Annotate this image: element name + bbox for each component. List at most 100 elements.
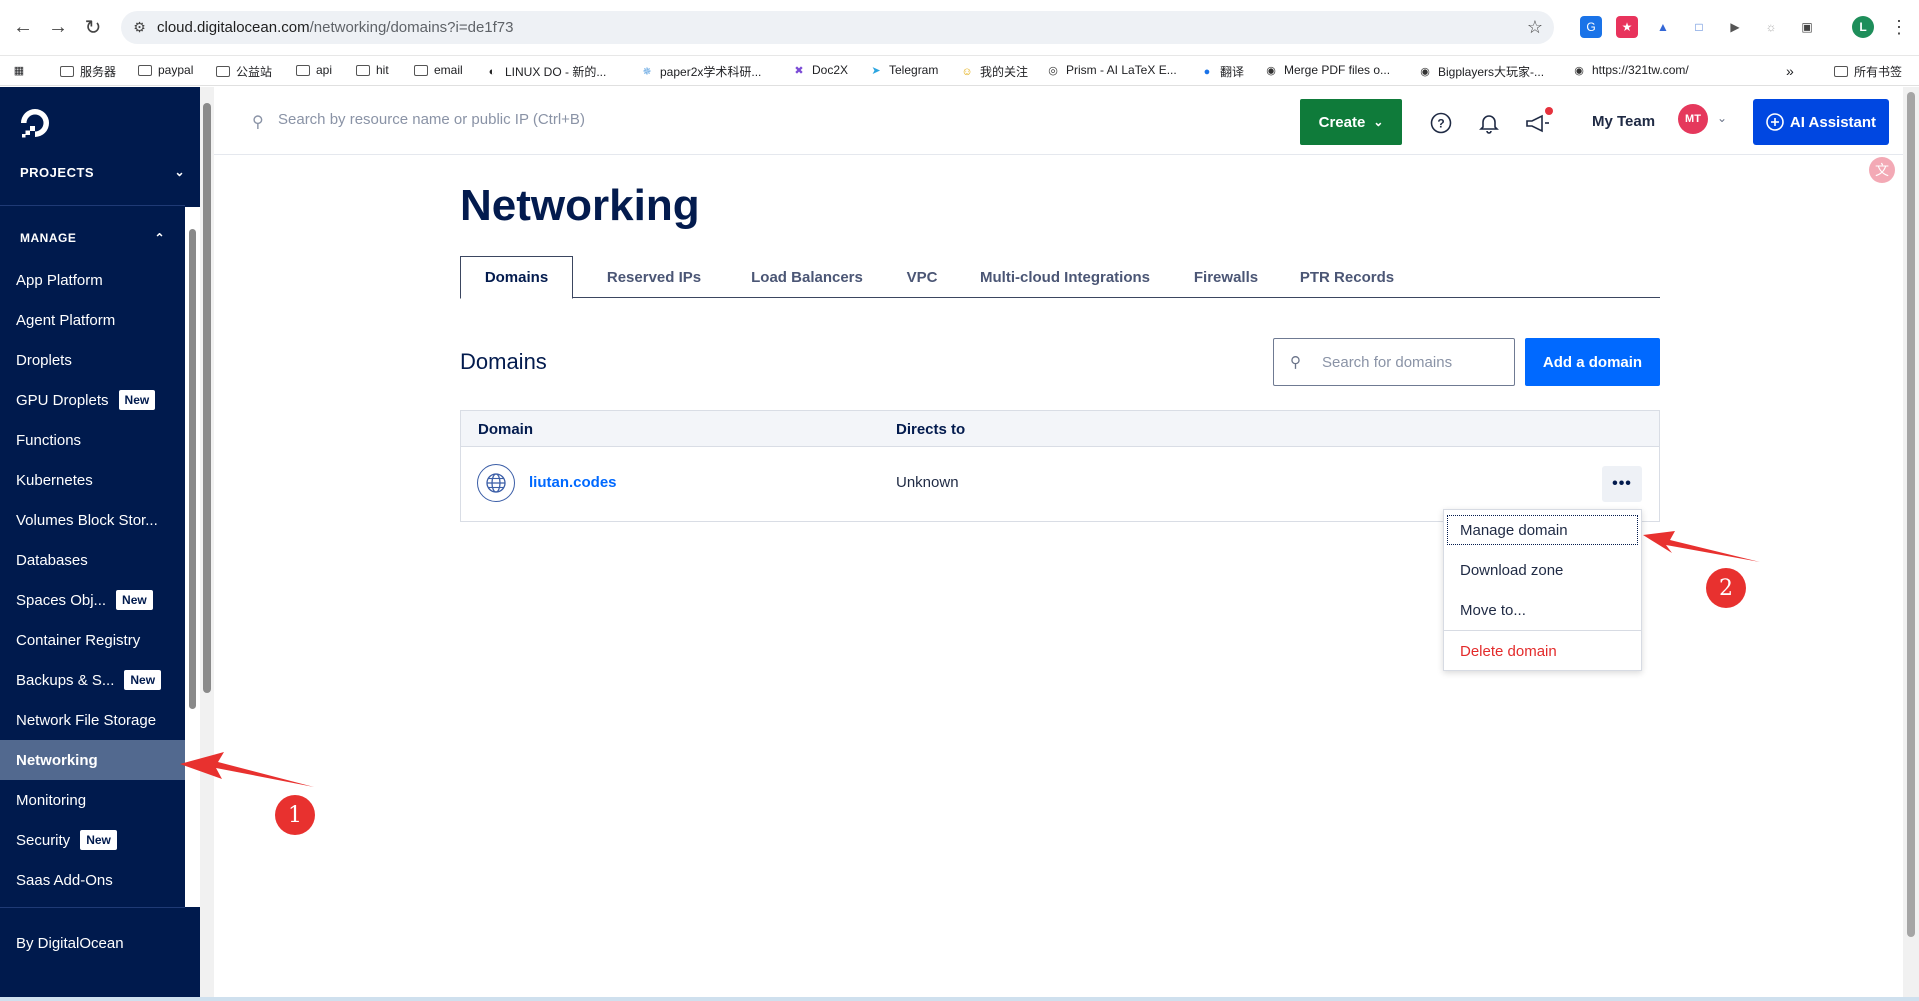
bookmark-link[interactable]: ◉ Merge PDF files o... (1264, 63, 1390, 77)
domain-search-input[interactable]: ⚲ Search for domains (1273, 338, 1515, 386)
translate-extension-icon[interactable]: G (1580, 16, 1602, 38)
menu-divider (1444, 630, 1641, 631)
bookmark-link[interactable]: ◉ https://321tw.com/ (1572, 63, 1689, 77)
avatar[interactable]: MT (1678, 104, 1708, 134)
chart-extension-icon[interactable]: ▲ (1652, 16, 1674, 38)
tab-domains[interactable]: Domains (460, 256, 573, 299)
tab-multi-cloud[interactable]: Multi-cloud Integrations (960, 256, 1170, 298)
extension-icon[interactable]: ★ (1616, 16, 1638, 38)
digitalocean-logo-icon[interactable] (18, 106, 52, 140)
play-extension-icon[interactable]: ▶ (1724, 16, 1746, 38)
back-icon[interactable]: ← (10, 14, 36, 40)
bookmark-label: 所有书签 (1854, 65, 1903, 79)
tab-firewalls[interactable]: Firewalls (1176, 256, 1276, 298)
sidebar-item-gpu-droplets[interactable]: GPU Droplets New (0, 380, 185, 420)
sidebar-item-agent-platform[interactable]: Agent Platform (0, 300, 185, 340)
bookmark-folder[interactable]: hit (356, 63, 389, 77)
bookmark-folder[interactable]: 服务器 (60, 63, 116, 80)
menu-item-manage-domain[interactable]: Manage domain (1444, 512, 1641, 548)
bookmark-label: 翻译 (1220, 65, 1245, 79)
sidebar-item-container-registry[interactable]: Container Registry (0, 620, 185, 660)
bookmark-folder[interactable]: api (296, 63, 332, 77)
tab-vpc[interactable]: VPC (892, 256, 952, 298)
top-header: ⚲ Search by resource name or public IP (… (214, 87, 1903, 155)
forward-icon[interactable]: → (45, 14, 71, 40)
domain-search-placeholder: Search for domains (1322, 354, 1453, 371)
translate-float-icon[interactable]: 文 (1869, 157, 1895, 183)
domain-link[interactable]: liutan.codes (529, 474, 617, 491)
create-button[interactable]: Create ⌄ (1300, 99, 1402, 145)
help-icon[interactable]: ? (1428, 110, 1454, 136)
scrollbar-thumb[interactable] (189, 229, 196, 709)
sidebar-scrollbar[interactable] (185, 207, 200, 907)
tab-ptr-records[interactable]: PTR Records (1282, 256, 1412, 298)
scrollbar-thumb[interactable] (203, 103, 211, 693)
sidebar-item-app-platform[interactable]: App Platform (0, 260, 185, 300)
projects-toggle[interactable]: PROJECTS ⌄ (20, 165, 185, 180)
domains-table: Domain Directs to liutan.codes Unknown •… (460, 410, 1660, 522)
tab-load-balancers[interactable]: Load Balancers (732, 256, 882, 298)
bookmark-link[interactable]: ✵ paper2x学术科研... (640, 63, 761, 80)
all-bookmarks-folder[interactable]: 所有书签 (1834, 63, 1902, 80)
more-bookmarks-icon[interactable]: » (1786, 63, 1794, 79)
notification-dot (1545, 107, 1553, 115)
tab-reserved-ips[interactable]: Reserved IPs (584, 256, 724, 298)
apps-grid-icon[interactable]: ▦ (12, 63, 26, 77)
site-settings-icon[interactable]: ⚙ (130, 18, 149, 37)
sidebar-item-kubernetes[interactable]: Kubernetes (0, 460, 185, 500)
add-domain-button[interactable]: Add a domain (1525, 338, 1660, 386)
bookmark-link[interactable]: ◉ Bigplayers大玩家-... (1418, 63, 1544, 80)
page-scrollbar[interactable] (200, 87, 214, 1000)
document-extension-icon[interactable]: □ (1688, 16, 1710, 38)
bookmark-link[interactable]: ◎ Prism - AI LaTeX E... (1046, 63, 1177, 77)
chevron-down-icon[interactable]: ⌄ (1717, 111, 1727, 125)
search-icon: ⚲ (1290, 354, 1301, 371)
sidebar-item-networking[interactable]: Networking (0, 740, 185, 780)
sidebar-item-security[interactable]: Security New (0, 820, 185, 860)
sidebar-item-backups[interactable]: Backups & S... New (0, 660, 185, 700)
reload-icon[interactable]: ↻ (80, 14, 106, 40)
bookmark-link[interactable]: ● 翻译 (1200, 63, 1244, 80)
more-actions-button[interactable]: ••• (1602, 466, 1642, 502)
bookmark-link[interactable]: ➤ Telegram (869, 63, 938, 77)
spiral-extension-icon[interactable]: ☼ (1760, 16, 1782, 38)
sidebar-item-label: Agent Platform (16, 311, 116, 329)
sidebar-item-network-file-storage[interactable]: Network File Storage (0, 700, 185, 740)
ai-assistant-button[interactable]: AI Assistant (1753, 99, 1889, 145)
bookmark-star-icon[interactable]: ☆ (1527, 17, 1543, 38)
url-path: /networking/domains?i=de1f73 (309, 19, 514, 36)
by-digitalocean-link[interactable]: By DigitalOcean (16, 935, 124, 952)
bookmark-link[interactable]: ◐ LINUX DO - 新的... (485, 63, 607, 80)
bookmark-link[interactable]: ☺ 我的关注 (960, 63, 1028, 80)
bell-icon[interactable] (1476, 110, 1502, 136)
browser-menu-icon[interactable]: ⋮ (1888, 16, 1910, 38)
scrollbar-thumb[interactable] (1907, 92, 1915, 937)
profile-avatar[interactable]: L (1852, 16, 1874, 38)
bookmark-label: paper2x学术科研... (660, 65, 762, 79)
bookmark-folder[interactable]: 公益站 (216, 63, 272, 80)
menu-item-delete-domain[interactable]: Delete domain (1444, 633, 1641, 669)
bookmark-folder[interactable]: email (414, 63, 463, 77)
sidebar-item-monitoring[interactable]: Monitoring (0, 780, 185, 820)
bookmark-folder[interactable]: paypal (138, 63, 193, 77)
sidebar-item-label: Droplets (16, 351, 72, 369)
extensions-puzzle-icon[interactable]: ▣ (1796, 16, 1818, 38)
manage-toggle[interactable]: MANAGE ⌃ (20, 231, 165, 245)
menu-item-move-to[interactable]: Move to... (1444, 592, 1641, 628)
section-title: Domains (460, 349, 547, 374)
sidebar-item-databases[interactable]: Databases (0, 540, 185, 580)
window-scrollbar[interactable] (1903, 87, 1919, 1000)
address-bar[interactable]: ⚙ cloud.digitalocean.com/networking/doma… (121, 11, 1554, 44)
sidebar-item-volumes[interactable]: Volumes Block Stor... (0, 500, 185, 540)
bookmark-link[interactable]: ✖ Doc2X (792, 63, 848, 77)
menu-item-download-zone[interactable]: Download zone (1444, 552, 1641, 588)
team-switcher[interactable]: My Team (1592, 113, 1655, 130)
directs-to-value: Unknown (896, 474, 959, 491)
sidebar-item-spaces[interactable]: Spaces Obj... New (0, 580, 185, 620)
plus-circle-icon (1766, 113, 1784, 131)
telegram-icon: ➤ (871, 64, 881, 77)
sidebar-item-droplets[interactable]: Droplets (0, 340, 185, 380)
sidebar-item-functions[interactable]: Functions (0, 420, 185, 460)
global-search-input[interactable]: Search by resource name or public IP (Ct… (278, 111, 585, 128)
sidebar-item-saas-addons[interactable]: Saas Add-Ons (0, 860, 185, 900)
